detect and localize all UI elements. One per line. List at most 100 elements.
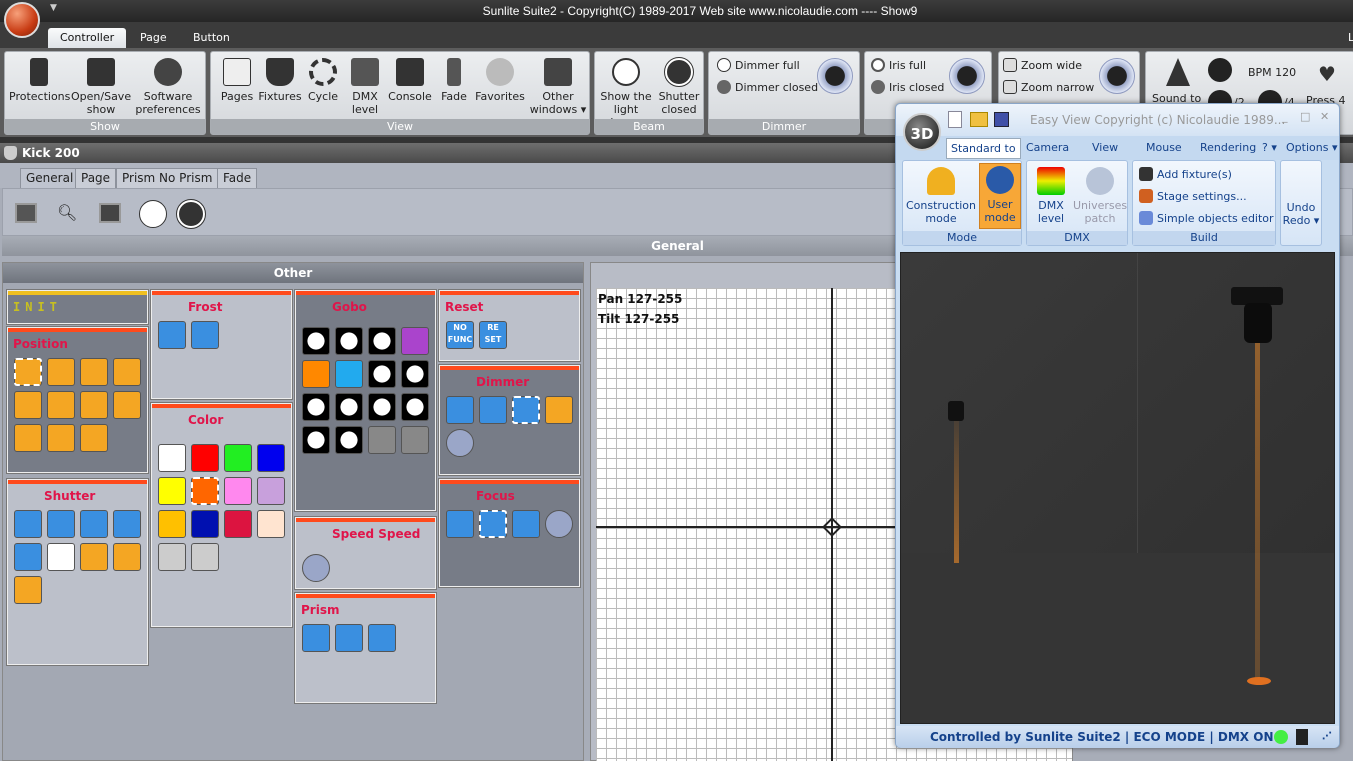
shutter-preset-button[interactable]: [80, 510, 108, 538]
color-preset-button[interactable]: [158, 510, 186, 538]
tab-general[interactable]: General: [20, 168, 80, 188]
dimmer-preset-button[interactable]: [446, 396, 474, 424]
gobo-preset-button[interactable]: [401, 327, 429, 355]
open-save-button[interactable]: Open/Save show: [71, 56, 131, 116]
fade-button[interactable]: Fade: [437, 56, 471, 103]
shutter-closed-button[interactable]: Shutter closed: [655, 56, 703, 116]
focus-preset-button[interactable]: [479, 510, 507, 538]
gobo-preset-button[interactable]: [302, 426, 330, 454]
position-preset-button[interactable]: [14, 358, 42, 386]
shutter-preset-button[interactable]: [14, 510, 42, 538]
position-preset-button[interactable]: [14, 424, 42, 452]
tap-button[interactable]: [1208, 58, 1232, 82]
position-marker[interactable]: [822, 517, 842, 537]
shutter-preset-button[interactable]: [14, 576, 42, 604]
layout-icon[interactable]: [99, 203, 121, 223]
position-preset-button[interactable]: [113, 391, 141, 419]
gobo-preset-button[interactable]: [302, 327, 330, 355]
dimmer-closed-button[interactable]: Dimmer closed: [717, 80, 818, 94]
tab-controller[interactable]: Controller: [48, 28, 127, 48]
gobo-preset-button[interactable]: [335, 426, 363, 454]
color-preset-button[interactable]: [191, 444, 219, 472]
shutter-preset-button[interactable]: [47, 543, 75, 571]
reset-preset-button[interactable]: RE SET: [479, 321, 507, 349]
position-preset-button[interactable]: [47, 391, 75, 419]
other-windows-button[interactable]: Other windows ▾: [529, 56, 587, 116]
focus-preset-button[interactable]: [545, 510, 573, 538]
gobo-preset-button[interactable]: [368, 327, 396, 355]
frame-icon[interactable]: [15, 203, 37, 223]
gobo-preset-button[interactable]: [368, 426, 396, 454]
dimmer-full-button[interactable]: Dimmer full: [717, 58, 800, 72]
3d-viewport[interactable]: [900, 252, 1335, 724]
iris-knob[interactable]: [949, 58, 985, 94]
user-mode-button[interactable]: User mode: [979, 163, 1021, 229]
tab-standard[interactable]: Standard to: [946, 138, 1021, 159]
frost-preset-button[interactable]: [158, 321, 186, 349]
color-preset-button[interactable]: [224, 444, 252, 472]
cycle-button[interactable]: Cycle: [305, 56, 341, 103]
gobo-preset-button[interactable]: [401, 360, 429, 388]
color-preset-button[interactable]: [191, 543, 219, 571]
shutter-preset-button[interactable]: [113, 510, 141, 538]
iris-closed-button[interactable]: Iris closed: [871, 80, 944, 94]
dimmer-preset-button[interactable]: [446, 429, 474, 457]
color-preset-button[interactable]: [257, 510, 285, 538]
color-preset-button[interactable]: [158, 444, 186, 472]
prism-preset-button[interactable]: [335, 624, 363, 652]
show-beam-button[interactable]: [139, 200, 167, 228]
help-menu[interactable]: ? ▾: [1262, 141, 1277, 154]
maximize-button[interactable]: □: [1300, 110, 1310, 123]
new-file-icon[interactable]: [948, 111, 962, 128]
tab-view[interactable]: View: [1092, 141, 1118, 154]
color-preset-button[interactable]: [257, 477, 285, 505]
redo-button[interactable]: Redo ▾: [1281, 214, 1321, 227]
search-icon[interactable]: 🔍︎: [57, 203, 77, 222]
tab-prism[interactable]: Prism No Prism: [116, 168, 219, 188]
tab-fade[interactable]: Fade: [217, 168, 258, 188]
simple-objects-editor-button[interactable]: Simple objects editor: [1139, 211, 1274, 225]
speed-preset-button[interactable]: [302, 554, 330, 582]
position-preset-button[interactable]: [80, 358, 108, 386]
pages-button[interactable]: Pages: [217, 56, 257, 103]
dmx-level-button[interactable]: DMX level: [345, 56, 385, 116]
shutter-preset-button[interactable]: [113, 543, 141, 571]
undo-button[interactable]: Undo: [1281, 201, 1321, 214]
gobo-preset-button[interactable]: [302, 393, 330, 421]
shutter-preset-button[interactable]: [14, 543, 42, 571]
dimmer-preset-button[interactable]: [479, 396, 507, 424]
position-preset-button[interactable]: [47, 358, 75, 386]
options-menu[interactable]: Options ▾: [1286, 141, 1337, 154]
zoom-narrow-button[interactable]: Zoom narrow: [1003, 80, 1094, 94]
gobo-preset-button[interactable]: [335, 360, 363, 388]
zoom-knob[interactable]: [1099, 58, 1135, 94]
quick-access-icon[interactable]: ▼: [50, 3, 57, 13]
tab-page[interactable]: Page: [128, 28, 179, 48]
tab-rendering[interactable]: Rendering: [1200, 141, 1256, 154]
gobo-preset-button[interactable]: [401, 393, 429, 421]
dmx-level-button[interactable]: DMX level: [1031, 165, 1071, 225]
shutter-preset-button[interactable]: [80, 543, 108, 571]
tab-camera[interactable]: Camera: [1026, 141, 1069, 154]
protections-button[interactable]: Protections: [9, 56, 70, 103]
minimize-button[interactable]: _: [1282, 110, 1288, 123]
prism-preset-button[interactable]: [368, 624, 396, 652]
app-logo-button[interactable]: [4, 2, 40, 38]
position-preset-button[interactable]: [80, 424, 108, 452]
color-preset-button[interactable]: [191, 477, 219, 505]
color-preset-button[interactable]: [224, 477, 252, 505]
dimmer-preset-button[interactable]: [512, 396, 540, 424]
console-button[interactable]: Console: [387, 56, 433, 103]
gobo-preset-button[interactable]: [302, 360, 330, 388]
position-preset-button[interactable]: [113, 358, 141, 386]
stage-settings-button[interactable]: Stage settings...: [1139, 189, 1247, 203]
favorites-button[interactable]: Favorites: [473, 56, 527, 103]
color-preset-button[interactable]: [224, 510, 252, 538]
frost-preset-button[interactable]: [191, 321, 219, 349]
focus-preset-button[interactable]: [446, 510, 474, 538]
color-preset-button[interactable]: [158, 477, 186, 505]
open-folder-icon[interactable]: [970, 112, 988, 127]
tab-overflow[interactable]: L: [1336, 28, 1353, 48]
zoom-wide-button[interactable]: Zoom wide: [1003, 58, 1082, 72]
focus-preset-button[interactable]: [512, 510, 540, 538]
